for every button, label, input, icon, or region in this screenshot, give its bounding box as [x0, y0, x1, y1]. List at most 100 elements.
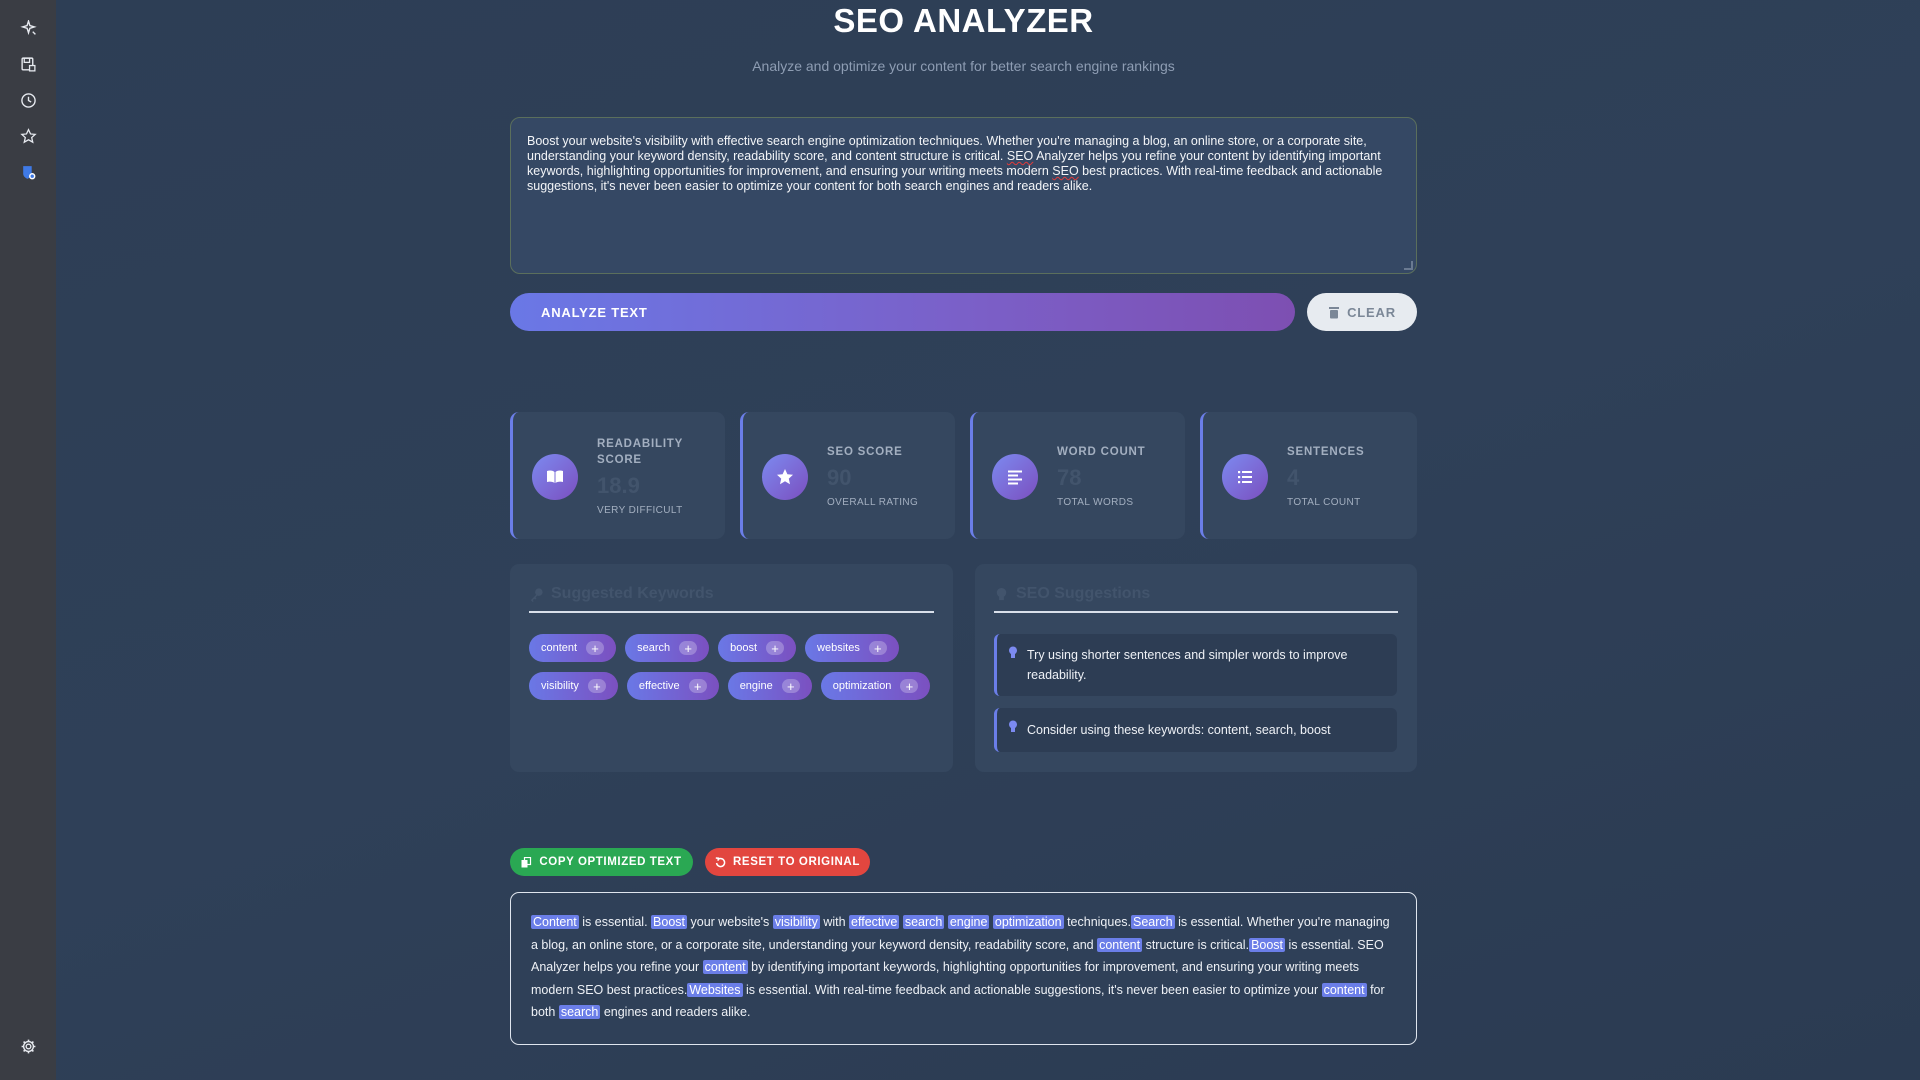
- stat-card-seo-score: SEO SCORE 90 OVERALL RATING: [740, 412, 955, 539]
- keyword-chip[interactable]: visibility +: [529, 672, 618, 700]
- suggestion-item: Try using shorter sentences and simpler …: [994, 634, 1397, 696]
- shield-icon[interactable]: [14, 158, 42, 186]
- keyword-highlight: search: [558, 1005, 601, 1019]
- keyword-highlight: Content: [531, 915, 579, 929]
- keyword-highlight: engine: [947, 915, 990, 929]
- star-icon: [762, 454, 808, 500]
- history-icon[interactable]: [14, 86, 42, 114]
- reset-to-original-button[interactable]: RESET TO ORIGINAL: [705, 848, 870, 876]
- keyword-chip[interactable]: effective +: [626, 672, 719, 700]
- stat-sublabel: OVERALL RATING: [827, 496, 919, 508]
- lightbulb-icon: [996, 587, 1007, 601]
- stat-sublabel: VERY DIFFICULT: [597, 504, 683, 516]
- keyword-highlight: Websites: [687, 982, 743, 997]
- keyword-highlight: search: [902, 915, 945, 929]
- stat-value: 4: [1287, 464, 1300, 490]
- sidebar: [0, 0, 56, 1080]
- output-text: your website's: [687, 915, 773, 929]
- keyword-highlight: Boost: [651, 915, 688, 929]
- lightbulb-icon: [1009, 720, 1017, 732]
- keyword-highlight: optimization: [992, 915, 1064, 929]
- stat-card-readability: READABILITY SCORE 18.9 VERY DIFFICULT: [510, 412, 725, 539]
- keyword-chip[interactable]: engine +: [727, 672, 812, 700]
- stat-sublabel: TOTAL COUNT: [1287, 496, 1361, 508]
- stat-card-sentences: SENTENCES 4 TOTAL COUNT: [1200, 412, 1417, 539]
- plus-icon[interactable]: +: [900, 679, 919, 693]
- clear-button[interactable]: CLEAR: [1307, 293, 1417, 331]
- keyword-chip[interactable]: optimization +: [820, 672, 931, 700]
- suggested-keywords-panel: Suggested Keywords content + search + boost +…: [510, 564, 953, 772]
- stat-label: READABILITY SCORE: [597, 437, 683, 466]
- keyword-highlight: Boost: [1249, 937, 1286, 952]
- plus-icon[interactable]: +: [679, 641, 698, 655]
- plus-icon[interactable]: +: [868, 641, 887, 655]
- stat-label: WORD COUNT: [1057, 445, 1146, 458]
- output-text: structure is critical.: [1142, 937, 1250, 952]
- copy-optimized-text-button[interactable]: COPY OPTIMIZED TEXT: [510, 848, 693, 876]
- settings-icon[interactable]: [14, 1032, 42, 1060]
- book-icon: [532, 454, 578, 500]
- keyword-chip[interactable]: content +: [529, 634, 617, 662]
- stat-card-word-count: WORD COUNT 78 TOTAL WORDS: [970, 412, 1185, 539]
- stat-value: 18.9: [597, 472, 640, 498]
- keyword-chip[interactable]: search +: [625, 634, 710, 662]
- suggestion-item: Consider using these keywords: content, …: [994, 708, 1397, 752]
- keyword-highlight: Search: [1131, 915, 1175, 929]
- keyword-label: boost: [730, 642, 758, 654]
- suggestion-text: Try using shorter sentences and simpler …: [1027, 648, 1348, 682]
- panel-header: Suggested Keywords: [529, 585, 934, 613]
- clear-label: CLEAR: [1347, 304, 1396, 320]
- misspelled-word: SEO: [1006, 149, 1034, 163]
- misspelled-word: SEO: [1052, 164, 1079, 178]
- keyword-label: search: [637, 642, 671, 654]
- keyword-label: effective: [638, 680, 680, 692]
- plus-icon[interactable]: +: [781, 679, 800, 693]
- content-textarea[interactable]: Boost your website's visibility with eff…: [510, 117, 1417, 274]
- stat-label: SENTENCES: [1287, 445, 1365, 458]
- star-icon[interactable]: [14, 122, 42, 150]
- keyword-highlight: content: [1097, 937, 1143, 952]
- analyze-text-button[interactable]: ANALYZE TEXT: [510, 293, 1295, 331]
- copy-icon: [521, 856, 532, 867]
- keyword-chip[interactable]: websites +: [805, 634, 899, 662]
- trash-icon: [1329, 306, 1340, 318]
- reset-label: RESET TO ORIGINAL: [733, 856, 860, 868]
- main-content: SEO ANALYZER Analyze and optimize your c…: [510, 0, 1417, 1080]
- resize-grip[interactable]: [1404, 261, 1413, 270]
- key-icon: [530, 588, 543, 602]
- undo-icon: [715, 856, 726, 867]
- keyword-list: content + search + boost + websites + visibility…: [529, 634, 939, 700]
- page-subtitle: Analyze and optimize your content for be…: [752, 58, 1175, 74]
- stat-label: SEO SCORE: [827, 445, 903, 458]
- output-text: is essential. With real-time feedback an…: [742, 982, 1322, 997]
- output-text: with: [819, 915, 850, 929]
- keyword-label: engine: [739, 680, 773, 692]
- panel-title: SEO Suggestions: [1016, 585, 1151, 602]
- save-icon[interactable]: [14, 50, 42, 78]
- seo-suggestions-panel: SEO Suggestions Try using shorter senten…: [975, 564, 1417, 772]
- plus-icon[interactable]: +: [688, 679, 707, 693]
- stat-sublabel: TOTAL WORDS: [1057, 496, 1134, 508]
- stat-value: 90: [827, 464, 852, 490]
- output-text: engines and readers alike.: [600, 1005, 751, 1019]
- keyword-highlight: content: [702, 960, 748, 974]
- plus-icon[interactable]: +: [766, 641, 785, 655]
- plus-icon[interactable]: +: [586, 641, 605, 655]
- copy-label: COPY OPTIMIZED TEXT: [539, 856, 682, 868]
- align-left-icon: [992, 454, 1038, 500]
- panel-title: Suggested Keywords: [551, 585, 714, 602]
- lightbulb-icon: [1009, 646, 1017, 658]
- sparkle-edit-icon[interactable]: [14, 14, 42, 42]
- optimized-text-output: Content is essential. Boost your website…: [510, 892, 1417, 1045]
- output-text: is essential.: [578, 915, 652, 929]
- keyword-label: optimization: [832, 680, 892, 692]
- keyword-label: content: [541, 642, 578, 654]
- keyword-highlight: visibility: [772, 915, 820, 929]
- keyword-label: visibility: [541, 680, 579, 692]
- panel-header: SEO Suggestions: [994, 585, 1398, 613]
- stat-value: 78: [1057, 464, 1082, 490]
- page-title: SEO ANALYZER: [833, 2, 1094, 39]
- keyword-chip[interactable]: boost +: [718, 634, 797, 662]
- keyword-highlight: content: [1321, 982, 1367, 997]
- plus-icon[interactable]: +: [587, 679, 606, 693]
